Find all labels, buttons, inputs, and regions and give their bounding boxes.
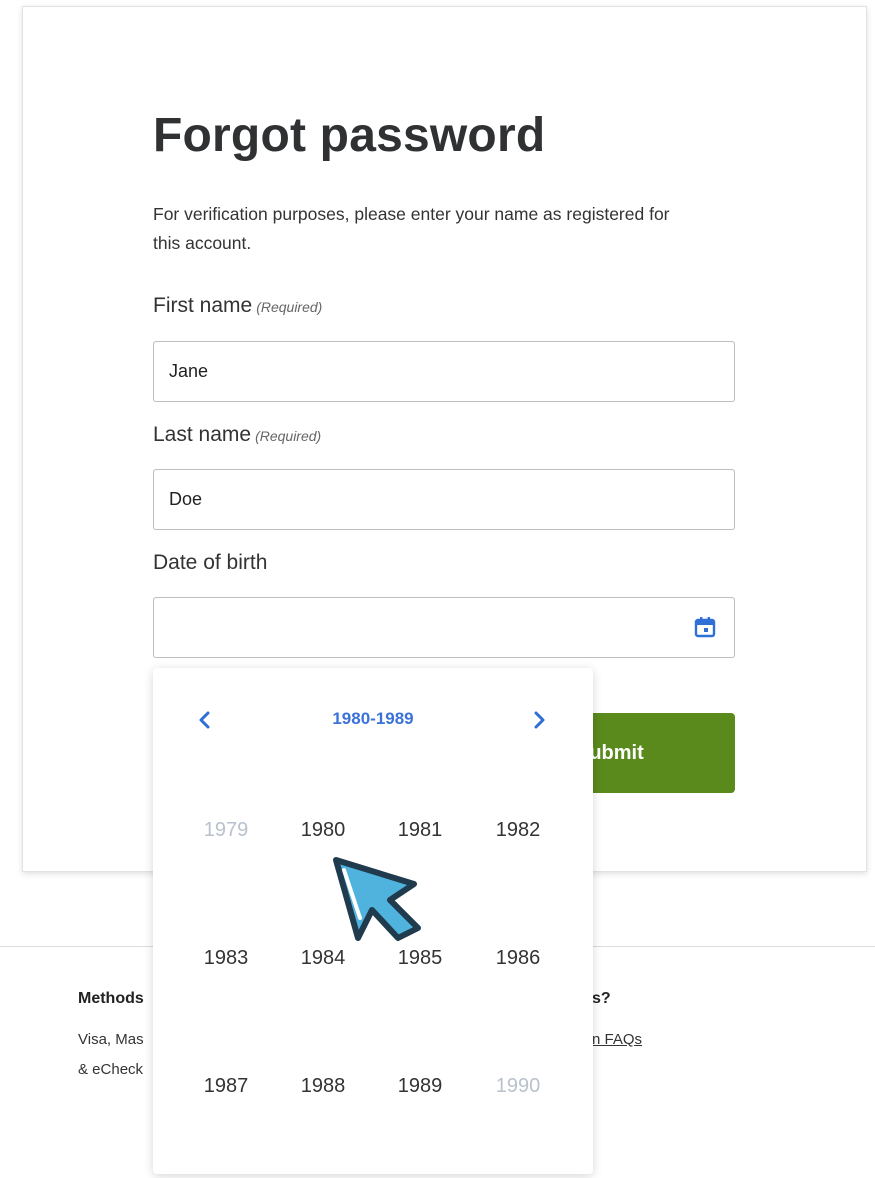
- first-name-label-text: First name: [153, 294, 253, 317]
- year-cell[interactable]: 1986: [478, 947, 558, 970]
- page-title: Forgot password: [153, 109, 546, 162]
- year-cell[interactable]: 1988: [283, 1075, 363, 1098]
- year-cell[interactable]: 1990: [478, 1075, 558, 1098]
- dob-input[interactable]: [153, 597, 735, 658]
- last-name-label: Last name (Required): [153, 423, 321, 447]
- dob-label: Date of birth: [153, 551, 268, 574]
- year-cell[interactable]: 1979: [186, 819, 266, 842]
- pointer-cursor-icon: [333, 857, 421, 941]
- last-name-label-text: Last name: [153, 423, 252, 446]
- last-name-input[interactable]: Doe: [153, 469, 735, 530]
- required-hint: (Required): [255, 428, 322, 444]
- year-cell[interactable]: 1981: [380, 819, 460, 842]
- first-name-input[interactable]: Jane: [153, 341, 735, 402]
- required-hint: (Required): [256, 299, 323, 315]
- chevron-right-icon[interactable]: [527, 708, 551, 732]
- year-cell[interactable]: 1989: [380, 1075, 460, 1098]
- year-cell[interactable]: 1980: [283, 819, 363, 842]
- year-cell[interactable]: 1987: [186, 1075, 266, 1098]
- calendar-icon[interactable]: [694, 616, 716, 638]
- first-name-label: First name (Required): [153, 294, 322, 318]
- year-cell[interactable]: 1982: [478, 819, 558, 842]
- year-cell[interactable]: 1985: [380, 947, 460, 970]
- footer-questions-heading: s?: [592, 990, 611, 1007]
- intro-text: For verification purposes, please enter …: [153, 204, 670, 253]
- year-cell[interactable]: 1984: [283, 947, 363, 970]
- year-cell[interactable]: 1983: [186, 947, 266, 970]
- footer-methods-heading: Methods: [78, 990, 144, 1007]
- footer-methods-line1: Visa, Mas: [78, 1031, 144, 1048]
- footer-faq-link[interactable]: n FAQs: [592, 1031, 642, 1048]
- footer-methods-line2: & eCheck: [78, 1061, 144, 1078]
